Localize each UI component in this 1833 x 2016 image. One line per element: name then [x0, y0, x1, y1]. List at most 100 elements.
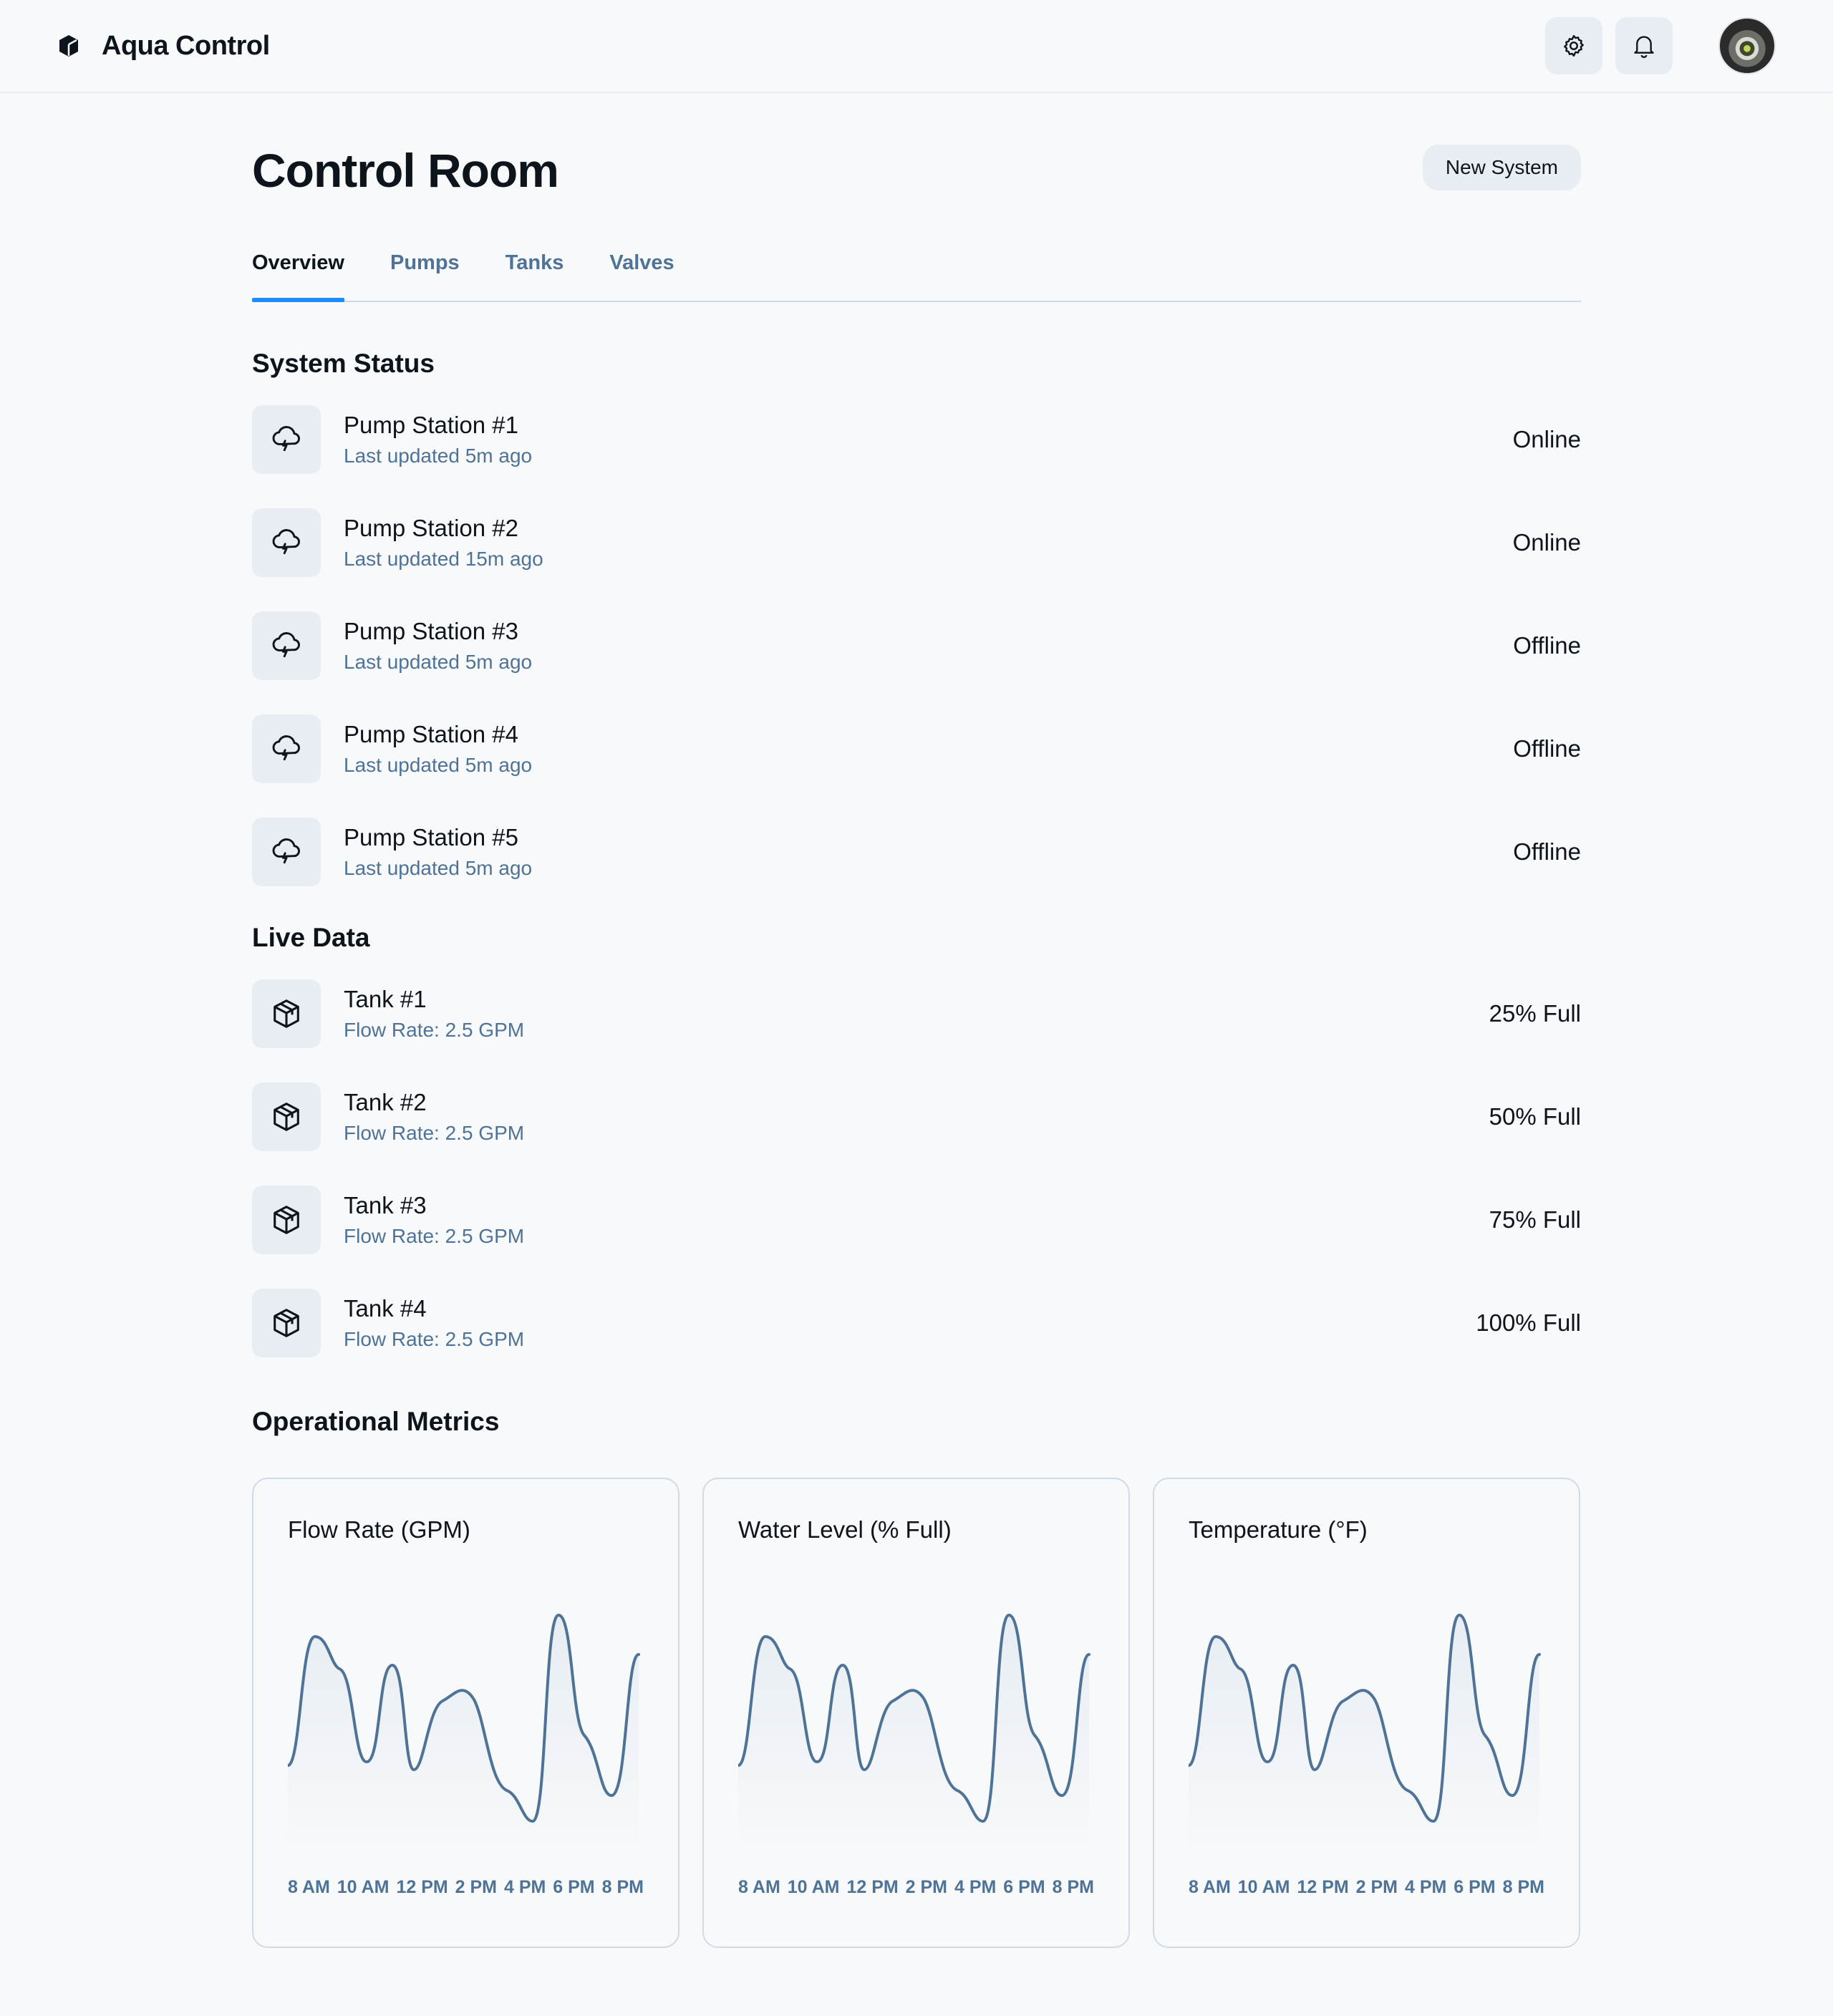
section-title-live-data: Live Data — [252, 923, 370, 952]
section-title-system-status: System Status — [252, 349, 435, 378]
item-title: Tank #1 — [344, 986, 427, 1012]
status-value: Online — [1512, 529, 1581, 556]
list-item[interactable]: Pump Station #4 Last updated 5m ago Offl… — [252, 697, 1581, 800]
x-tick: 2 PM — [1355, 1877, 1398, 1897]
x-tick: 8 AM — [738, 1877, 780, 1897]
item-title: Pump Station #5 — [344, 824, 518, 850]
item-subtitle: Last updated 5m ago — [344, 445, 533, 467]
x-tick: 2 PM — [905, 1877, 948, 1897]
status-value: Offline — [1513, 632, 1581, 659]
x-tick: 6 PM — [1003, 1877, 1045, 1897]
x-tick: 8 AM — [288, 1877, 330, 1897]
brand[interactable]: Aqua Control — [57, 31, 270, 62]
item-title: Pump Station #4 — [344, 721, 518, 747]
tank-level: 75% Full — [1489, 1206, 1581, 1233]
item-title: Tank #2 — [344, 1089, 427, 1115]
item-subtitle: Last updated 5m ago — [344, 754, 533, 776]
item-subtitle: Flow Rate: 2.5 GPM — [344, 1225, 525, 1247]
cloud-lightning-icon — [252, 714, 321, 783]
x-tick: 8 PM — [601, 1877, 644, 1897]
item-title: Pump Station #1 — [344, 412, 518, 438]
x-tick: 8 PM — [1052, 1877, 1094, 1897]
list-item[interactable]: Tank #4 Flow Rate: 2.5 GPM 100% Full — [252, 1271, 1581, 1375]
box-icon — [252, 1186, 321, 1254]
list-item[interactable]: Pump Station #2 Last updated 15m ago Onl… — [252, 491, 1581, 594]
box-icon — [252, 979, 321, 1048]
box-icon — [252, 1289, 321, 1357]
x-tick: 10 AM — [1237, 1877, 1290, 1897]
x-tick: 6 PM — [1454, 1877, 1496, 1897]
x-tick: 6 PM — [553, 1877, 595, 1897]
x-axis-ticks: 8 AM 10 AM 12 PM 2 PM 4 PM 6 PM 8 PM — [288, 1877, 644, 1898]
chart-title: Water Level (% Full) — [738, 1516, 952, 1543]
section-title-operational-metrics: Operational Metrics — [252, 1407, 500, 1436]
item-title: Tank #3 — [344, 1192, 427, 1218]
x-tick: 8 PM — [1502, 1877, 1544, 1897]
x-tick: 4 PM — [1404, 1877, 1447, 1897]
sparkline-area — [1189, 1615, 1539, 1851]
list-item[interactable]: Pump Station #1 Last updated 5m ago Onli… — [252, 388, 1581, 491]
status-value: Online — [1512, 426, 1581, 452]
list-item[interactable]: Tank #3 Flow Rate: 2.5 GPM 75% Full — [252, 1168, 1581, 1271]
item-subtitle: Flow Rate: 2.5 GPM — [344, 1328, 525, 1350]
tank-level: 100% Full — [1476, 1309, 1581, 1336]
item-title: Pump Station #2 — [344, 515, 518, 541]
item-subtitle: Last updated 5m ago — [344, 857, 533, 879]
system-status-list: Pump Station #1 Last updated 5m ago Onli… — [252, 388, 1581, 903]
x-tick: 2 PM — [455, 1877, 498, 1897]
chart-card-water-level: Water Level (% Full) 8 AM 10 AM 12 PM 2 … — [702, 1478, 1130, 1948]
settings-button[interactable] — [1545, 17, 1602, 74]
cloud-lightning-icon — [252, 818, 321, 886]
live-data-list: Tank #1 Flow Rate: 2.5 GPM 25% Full Tank… — [252, 962, 1581, 1375]
item-subtitle: Flow Rate: 2.5 GPM — [344, 1122, 525, 1144]
sparkline-area — [738, 1615, 1089, 1851]
tab-valves[interactable]: Valves — [609, 251, 674, 301]
notifications-button[interactable] — [1615, 17, 1673, 74]
main-content: Control Room New System Overview Pumps T… — [252, 93, 1581, 1948]
x-axis-ticks: 8 AM 10 AM 12 PM 2 PM 4 PM 6 PM 8 PM — [1189, 1877, 1544, 1898]
tabs: Overview Pumps Tanks Valves — [252, 236, 1581, 302]
bell-icon — [1634, 36, 1654, 58]
item-title: Pump Station #3 — [344, 618, 518, 644]
chart-card-temperature: Temperature (°F) 8 AM 10 AM 12 PM 2 PM 4… — [1153, 1478, 1580, 1948]
status-value: Offline — [1513, 838, 1581, 865]
cloud-lightning-icon — [252, 508, 321, 577]
status-value: Offline — [1513, 735, 1581, 762]
tab-overview[interactable]: Overview — [252, 251, 344, 302]
x-tick: 4 PM — [503, 1877, 546, 1897]
avatar[interactable] — [1718, 17, 1776, 74]
item-subtitle: Last updated 5m ago — [344, 651, 533, 673]
cloud-lightning-icon — [252, 405, 321, 474]
sparkline-chart — [1189, 1613, 1541, 1851]
x-tick: 12 PM — [396, 1877, 448, 1897]
list-item[interactable]: Pump Station #5 Last updated 5m ago Offl… — [252, 800, 1581, 903]
x-tick: 8 AM — [1189, 1877, 1231, 1897]
item-title: Tank #4 — [344, 1295, 427, 1322]
chart-title: Temperature (°F) — [1189, 1516, 1368, 1543]
x-tick: 10 AM — [787, 1877, 840, 1897]
top-bar: Aqua Control — [0, 0, 1833, 93]
metrics-charts: Flow Rate (GPM) 8 AM 10 AM 12 PM 2 PM 4 … — [252, 1478, 1581, 1948]
new-system-button[interactable]: New System — [1422, 145, 1581, 190]
list-item[interactable]: Tank #2 Flow Rate: 2.5 GPM 50% Full — [252, 1065, 1581, 1168]
logo-icon — [57, 34, 80, 57]
tank-level: 50% Full — [1489, 1103, 1581, 1130]
sparkline-chart — [288, 1613, 640, 1851]
chart-card-flow-rate: Flow Rate (GPM) 8 AM 10 AM 12 PM 2 PM 4 … — [252, 1478, 679, 1948]
item-subtitle: Flow Rate: 2.5 GPM — [344, 1019, 525, 1041]
page-title: Control Room — [252, 144, 559, 197]
x-tick: 10 AM — [337, 1877, 390, 1897]
x-tick: 4 PM — [954, 1877, 997, 1897]
item-subtitle: Last updated 15m ago — [344, 548, 543, 570]
x-tick: 12 PM — [846, 1877, 899, 1897]
tab-pumps[interactable]: Pumps — [390, 251, 460, 301]
settings-icon — [1564, 35, 1584, 57]
app-title: Aqua Control — [102, 30, 270, 61]
list-item[interactable]: Tank #1 Flow Rate: 2.5 GPM 25% Full — [252, 962, 1581, 1065]
tab-tanks[interactable]: Tanks — [506, 251, 564, 301]
box-icon — [252, 1082, 321, 1151]
sparkline-chart — [738, 1613, 1090, 1851]
x-tick: 12 PM — [1297, 1877, 1349, 1897]
list-item[interactable]: Pump Station #3 Last updated 5m ago Offl… — [252, 594, 1581, 697]
tank-level: 25% Full — [1489, 1000, 1581, 1027]
